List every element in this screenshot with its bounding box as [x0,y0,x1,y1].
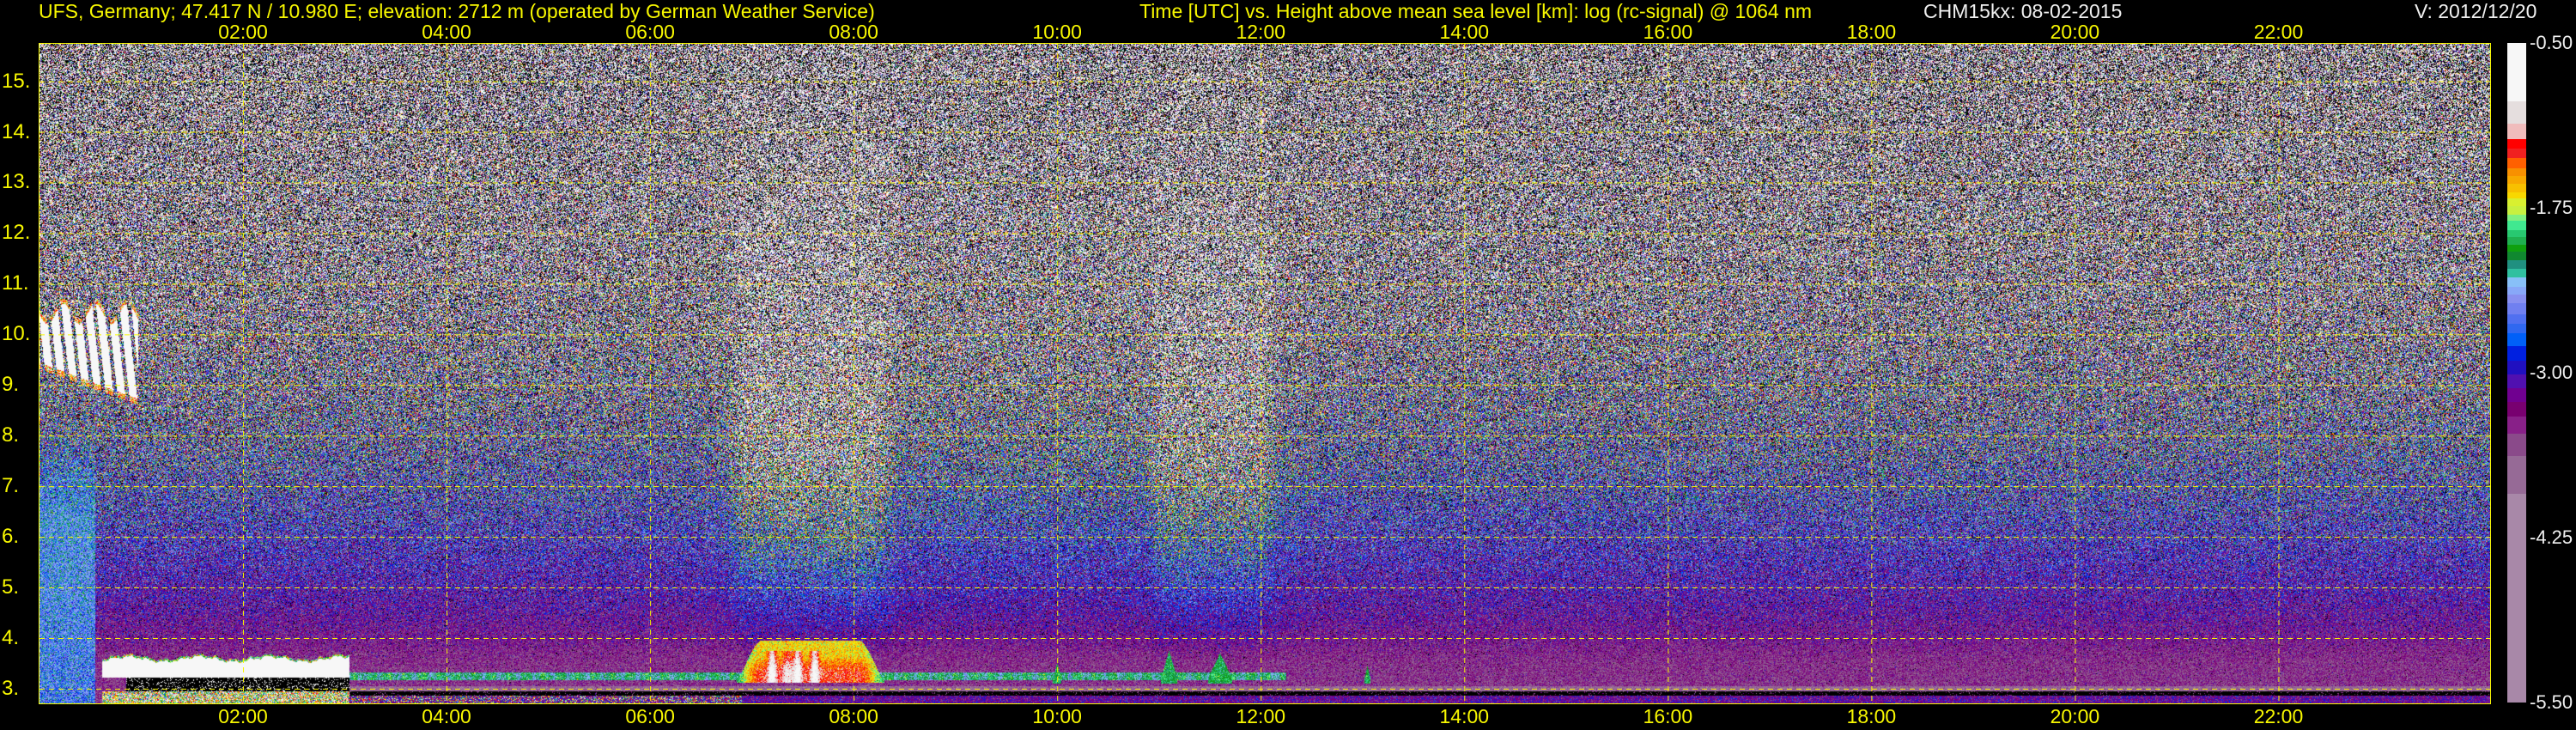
x-tick-label-top: 10:00 [1032,21,1082,43]
x-tick-label-bottom: 06:00 [625,705,675,727]
x-tick-label-bottom: 16:00 [1643,705,1693,727]
y-tick-label: 6. [2,525,20,549]
colorbar-segment [2507,302,2526,315]
y-tick-label: 7. [2,474,20,498]
colorbar-segment [2507,157,2526,169]
x-tick-label-bottom: 02:00 [218,705,268,727]
colorbar-segment [2507,221,2526,231]
colorbar-segment [2507,251,2526,261]
colorbar-segment [2507,455,2526,495]
x-tick-label-top: 14:00 [1439,21,1490,43]
plot-title: Time [UTC] vs. Height above mean sea lev… [1139,0,1813,22]
x-tick-label-top: 12:00 [1236,21,1286,43]
x-tick-label-top: 22:00 [2253,21,2304,43]
colorbar-segment [2507,374,2526,389]
colorbar-segment [2507,277,2526,288]
colorbar-segment [2507,346,2526,362]
colorbar-segment [2507,433,2526,457]
y-tick-label: 15. [2,69,31,93]
x-tick-label-bottom: 10:00 [1032,705,1082,727]
x-tick-label-bottom: 22:00 [2253,705,2304,727]
y-tick-label: 10. [2,322,31,346]
x-tick-label-bottom: 14:00 [1439,705,1490,727]
colorbar-segment [2507,139,2526,149]
y-tick-label: 4. [2,625,20,649]
x-tick-label-bottom: 12:00 [1236,705,1286,727]
x-tick-label-top: 20:00 [2050,21,2100,43]
colorbar-segment [2507,416,2526,435]
colorbar-segment [2507,268,2526,278]
x-tick-label-top: 16:00 [1643,21,1693,43]
y-tick-label: 13. [2,170,31,194]
y-tick-label: 11. [2,271,29,295]
colorbar-tick-label: -1.75 [2530,197,2573,218]
station-info: UFS, Germany; 47.417 N / 10.980 E; eleva… [39,0,875,22]
y-tick-label: 5. [2,575,20,599]
colorbar-segment [2507,401,2526,417]
grid-lines [39,44,2490,703]
colorbar-tick-label: -4.25 [2530,526,2573,548]
colorbar-segment [2507,43,2526,102]
x-tick-label-top: 08:00 [829,21,878,43]
colorbar-tick-label: -0.50 [2530,32,2573,53]
colorbar [2507,43,2526,703]
x-tick-label-bottom: 04:00 [422,705,471,727]
colorbar-segment [2507,494,2526,703]
colorbar-segment [2507,332,2526,347]
colorbar-segment [2507,361,2526,375]
x-tick-label-top: 18:00 [1846,21,1897,43]
x-tick-label-bottom: 20:00 [2050,705,2100,727]
colorbar-segment [2507,100,2526,125]
x-tick-label-bottom: 18:00 [1846,705,1897,727]
instrument-date: CHM15kx: 08-02-2015 [1923,0,2123,22]
x-tick-label-top: 06:00 [625,21,675,43]
colorbar-segment [2507,148,2526,159]
colorbar-tick-label: -3.00 [2530,362,2573,383]
y-tick-label: 8. [2,423,20,447]
x-tick-label-top: 04:00 [422,21,471,43]
x-tick-label-top: 02:00 [218,21,268,43]
colorbar-segment [2507,388,2526,403]
y-tick-label: 3. [2,676,20,700]
colorbar-segment [2507,314,2526,325]
colorbar-segment [2507,123,2526,140]
x-tick-label-bottom: 08:00 [829,705,878,727]
y-tick-label: 9. [2,373,20,397]
y-tick-label: 12. [2,221,31,245]
colorbar-tick-label: -5.50 [2530,691,2573,713]
colorbar-segment [2507,324,2526,334]
y-tick-label: 14. [2,119,31,143]
version-label: V: 2012/12/20 [2415,0,2537,22]
